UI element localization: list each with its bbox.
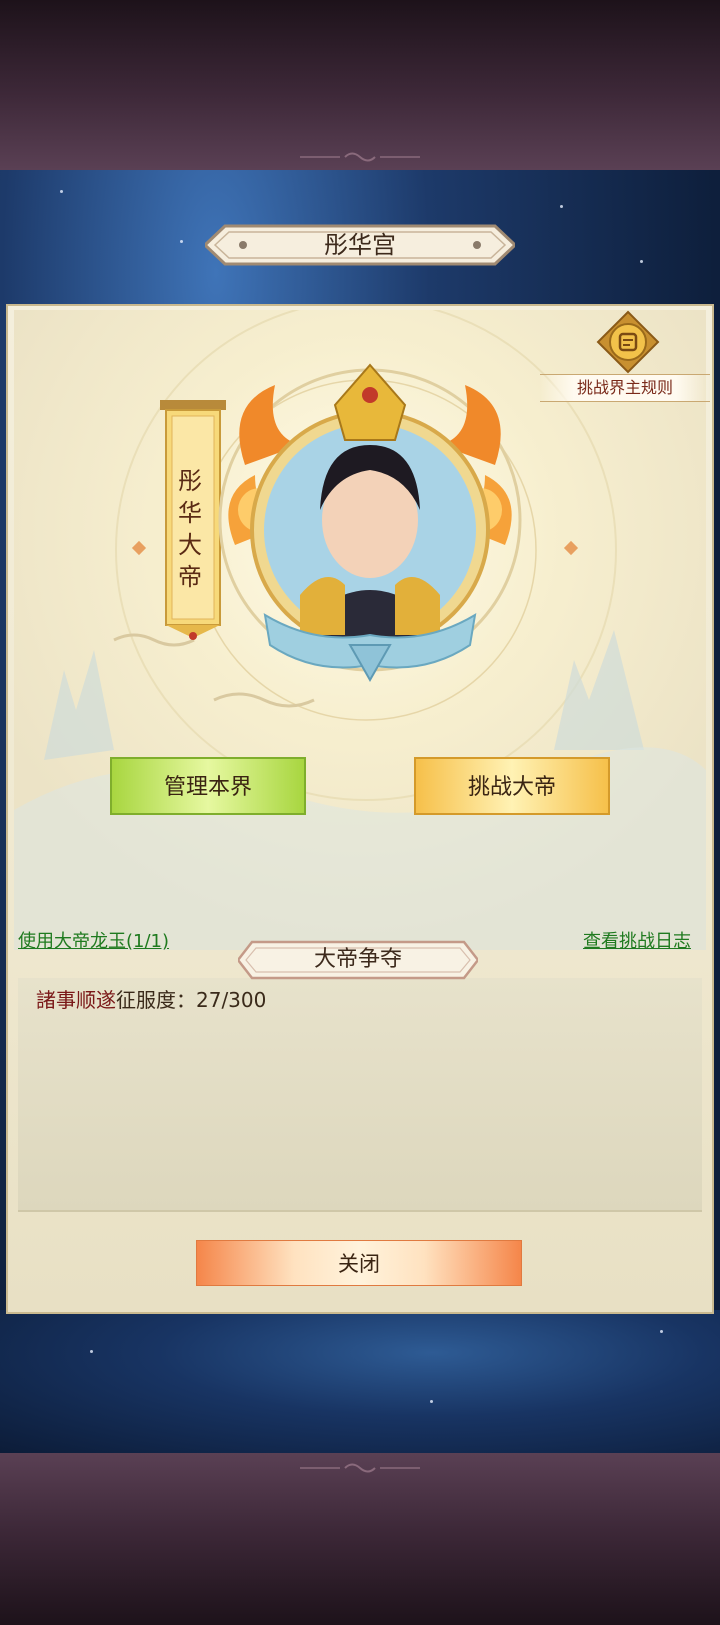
star (640, 260, 643, 263)
frame-ornament (300, 1463, 420, 1473)
ruler-name: 彤华大帝 (178, 467, 202, 591)
star (660, 1330, 663, 1333)
palace-title: 彤华宫 (324, 231, 396, 259)
top-frame-band (0, 0, 720, 170)
star (90, 1350, 93, 1353)
star (180, 240, 183, 243)
challenge-rules-button[interactable]: 挑战界主规则 (540, 310, 710, 402)
view-challenge-log-link[interactable]: 查看挑战日志 (583, 927, 691, 953)
contest-log-area (18, 978, 702, 1212)
star (60, 190, 63, 193)
close-button[interactable]: 关闭 (196, 1240, 522, 1286)
log-entry-text: 征服度：27/300 (116, 988, 267, 1012)
challenge-emperor-button[interactable]: 挑战大帝 (414, 757, 610, 815)
rules-label: 挑战界主规则 (540, 374, 710, 402)
lower-sky-background (0, 1310, 720, 1453)
scroll-icon (596, 310, 660, 374)
section-title: 大帝争夺 (313, 947, 402, 972)
emperor-portrait[interactable] (205, 345, 535, 685)
log-entry: 諸事顺遂征服度：27/300 (36, 984, 266, 1013)
star (430, 1400, 433, 1403)
use-dragon-jade-link[interactable]: 使用大帝龙玉(1/1) (18, 927, 169, 953)
bottom-frame-band (0, 1453, 720, 1625)
title-plaque: 彤华宫 (205, 222, 515, 268)
frame-ornament (300, 152, 420, 162)
manage-realm-button[interactable]: 管理本界 (110, 757, 306, 815)
star (560, 205, 563, 208)
log-player-name: 諸事顺遂 (36, 988, 116, 1012)
